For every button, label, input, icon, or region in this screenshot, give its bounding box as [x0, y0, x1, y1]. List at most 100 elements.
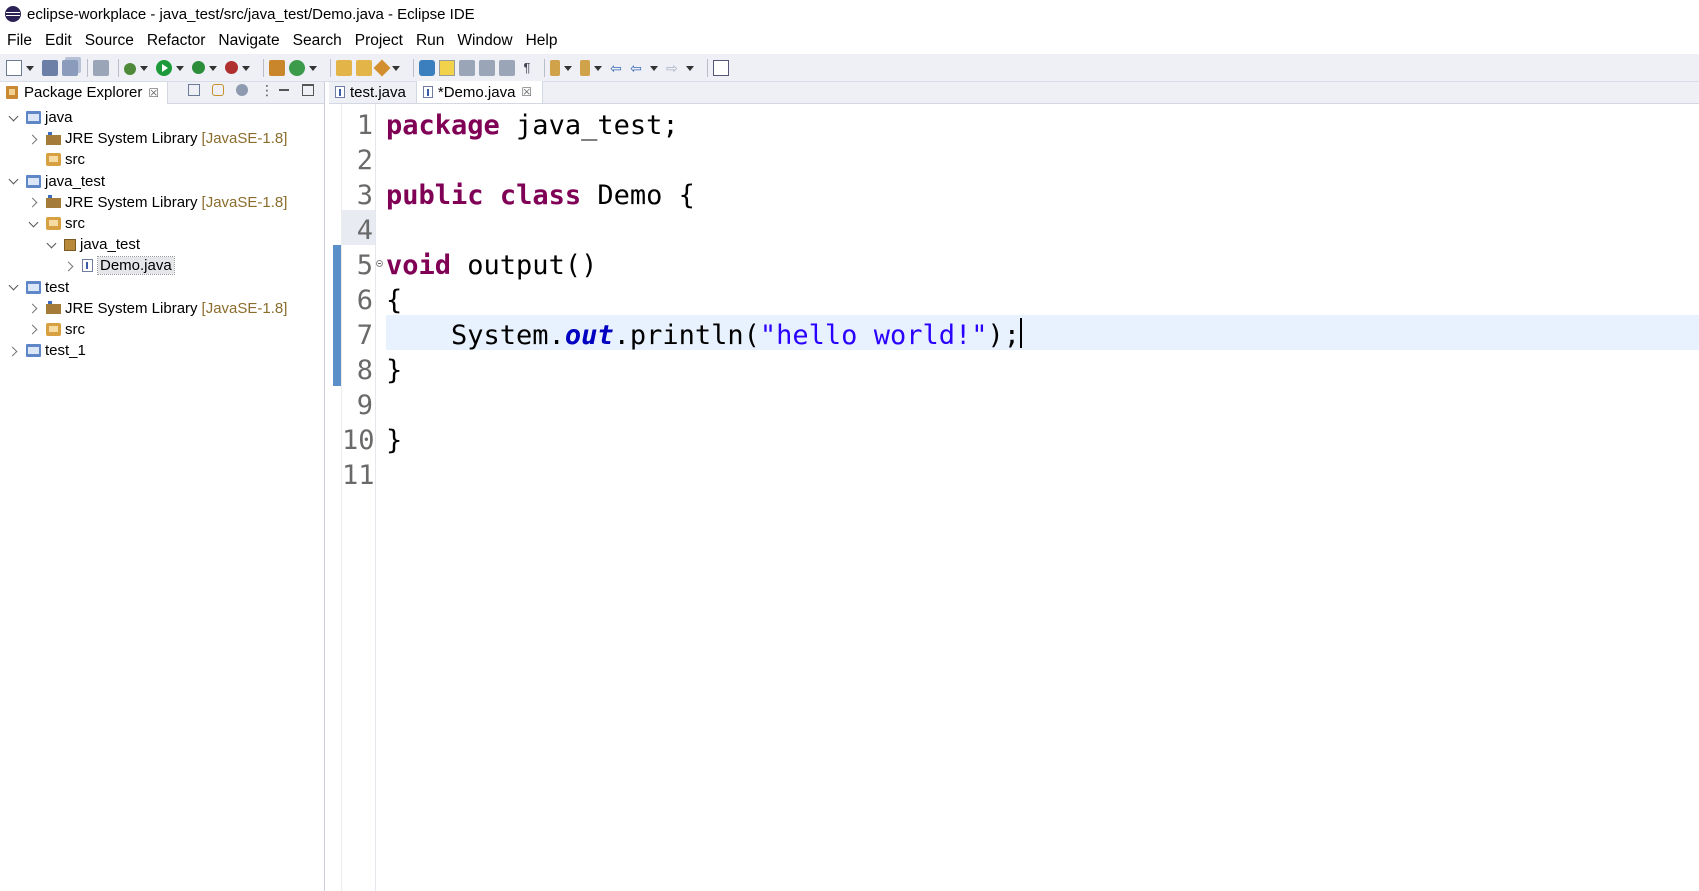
code-token: } [386, 355, 403, 386]
source-folder-icon [46, 153, 61, 167]
tree-item[interactable]: test [0, 277, 324, 298]
menu-help[interactable]: Help [526, 32, 558, 50]
run-icon[interactable] [156, 59, 172, 76]
menu-source[interactable]: Source [85, 32, 134, 50]
chevron-right-icon[interactable] [28, 133, 40, 145]
save-icon[interactable] [42, 59, 58, 76]
open-type-icon[interactable] [336, 59, 352, 76]
tree-item[interactable]: src [0, 319, 324, 340]
previous-annotation-icon[interactable] [580, 59, 590, 76]
toggle-mark-occurrences-icon[interactable] [419, 59, 435, 76]
chevron-down-icon[interactable] [28, 218, 40, 230]
new-class-dropdown-icon[interactable] [309, 60, 317, 76]
chevron-right-icon[interactable] [64, 260, 76, 272]
run-dropdown-icon[interactable] [176, 60, 184, 76]
tree-item[interactable]: Demo.java [0, 255, 324, 276]
block-selection-icon[interactable] [479, 59, 495, 76]
debug-dropdown-icon[interactable] [140, 60, 148, 76]
tree-item[interactable]: src [0, 213, 324, 234]
menu-file[interactable]: File [7, 32, 32, 50]
focus-on-active-task-icon[interactable] [236, 84, 248, 96]
menu-navigate[interactable]: Navigate [218, 32, 279, 50]
toolbar-separator [707, 58, 708, 77]
tree-item[interactable]: test_1 [0, 340, 324, 361]
code-token: .println( [613, 320, 760, 351]
line-number: 3 [356, 180, 373, 211]
tab-test-java[interactable]: test.java [329, 81, 417, 103]
chevron-right-icon[interactable] [28, 323, 40, 335]
close-icon[interactable]: ☒ [148, 86, 159, 100]
string-token: "hello world!" [759, 320, 988, 351]
show-whitespace-icon[interactable]: ¶ [519, 60, 535, 76]
open-task-icon[interactable] [356, 59, 372, 76]
maximize-icon[interactable] [302, 84, 314, 96]
toggle-highlight-icon[interactable] [439, 59, 455, 76]
new-dropdown-icon[interactable] [26, 60, 34, 76]
tree-item-label: test_1 [45, 342, 86, 360]
chevron-down-icon[interactable] [8, 175, 20, 187]
coverage-dropdown-icon[interactable] [209, 60, 217, 76]
link-with-editor-icon[interactable] [212, 84, 224, 96]
next-annotation-icon[interactable] [550, 59, 560, 76]
previous-annotation-dropdown-icon[interactable] [594, 60, 602, 76]
chevron-right-icon[interactable] [28, 196, 40, 208]
back-icon[interactable]: ⇦ [630, 60, 646, 76]
forward-dropdown-icon[interactable] [686, 60, 694, 76]
chevron-down-icon[interactable] [8, 112, 20, 124]
collapse-all-icon[interactable] [188, 84, 200, 96]
line-number-gutter[interactable]: 1 2 3 4 5 6 7 8 9 10 11 [342, 104, 375, 891]
keyword-token: class [499, 180, 582, 211]
external-tools-dropdown-icon[interactable] [242, 60, 250, 76]
line-number: 2 [356, 145, 373, 176]
menu-project[interactable]: Project [355, 32, 403, 50]
toggle-breadcrumb-icon[interactable] [459, 59, 475, 76]
next-annotation-dropdown-icon[interactable] [564, 60, 572, 76]
menu-window[interactable]: Window [457, 32, 512, 50]
chevron-right-icon[interactable] [8, 345, 20, 357]
tree-item[interactable]: src [0, 149, 324, 170]
line-number: 9 [356, 390, 373, 421]
new-java-package-icon[interactable] [269, 59, 285, 76]
coverage-icon[interactable] [192, 61, 205, 74]
menu-edit[interactable]: Edit [45, 32, 72, 50]
chevron-down-icon[interactable] [46, 239, 58, 251]
back-dropdown-icon[interactable] [650, 60, 658, 76]
code-token: System. [386, 320, 565, 351]
menu-run[interactable]: Run [416, 32, 444, 50]
menu-search[interactable]: Search [293, 32, 342, 50]
new-java-class-icon[interactable] [289, 59, 305, 76]
tab-package-explorer[interactable]: Package Explorer ☒ [0, 81, 169, 104]
tree-item[interactable]: java_test [0, 234, 324, 255]
save-all-icon[interactable] [62, 59, 78, 76]
tree-item[interactable]: java_test [0, 171, 324, 192]
view-menu-icon[interactable]: ⋮ [260, 83, 274, 97]
code-text[interactable]: package java_test; public class Demo {voi… [386, 104, 1699, 891]
tab-demo-java[interactable]: *Demo.java ☒ [416, 81, 544, 103]
menu-refactor[interactable]: Refactor [147, 32, 206, 50]
tree-item-label: test [45, 278, 70, 296]
tree-item[interactable]: JRE System Library [JavaSE-1.8] [0, 298, 324, 319]
search-dropdown-icon[interactable] [392, 60, 400, 76]
eclipse-logo-icon [5, 6, 21, 22]
chevron-right-icon[interactable] [28, 302, 40, 314]
chevron-down-icon[interactable] [8, 281, 20, 293]
debug-icon[interactable] [124, 62, 136, 75]
last-edit-location-icon[interactable]: ⇦ [610, 60, 626, 76]
external-tools-icon[interactable] [225, 61, 238, 74]
package-explorer-tabbar: Package Explorer ☒ ⋮ [0, 81, 324, 104]
word-wrap-icon[interactable] [499, 59, 515, 76]
close-icon[interactable]: ☒ [521, 85, 532, 99]
tree-item[interactable]: JRE System Library [JavaSE-1.8] [0, 128, 324, 149]
overview-ruler[interactable] [329, 104, 341, 891]
search-icon[interactable] [373, 59, 391, 76]
open-perspective-icon[interactable] [713, 59, 729, 76]
fold-collapse-icon[interactable] [376, 260, 383, 267]
forward-icon[interactable]: ⇨ [666, 60, 682, 76]
skip-breakpoints-icon[interactable] [93, 59, 109, 76]
code-editor[interactable]: 1 2 3 4 5 6 7 8 9 10 11 package java_test; public c… [329, 104, 1699, 891]
tree-item[interactable]: java [0, 107, 324, 128]
minimize-icon[interactable] [278, 84, 290, 96]
project-icon [26, 174, 41, 188]
new-icon[interactable] [6, 59, 22, 76]
tree-item[interactable]: JRE System Library [JavaSE-1.8] [0, 192, 324, 213]
